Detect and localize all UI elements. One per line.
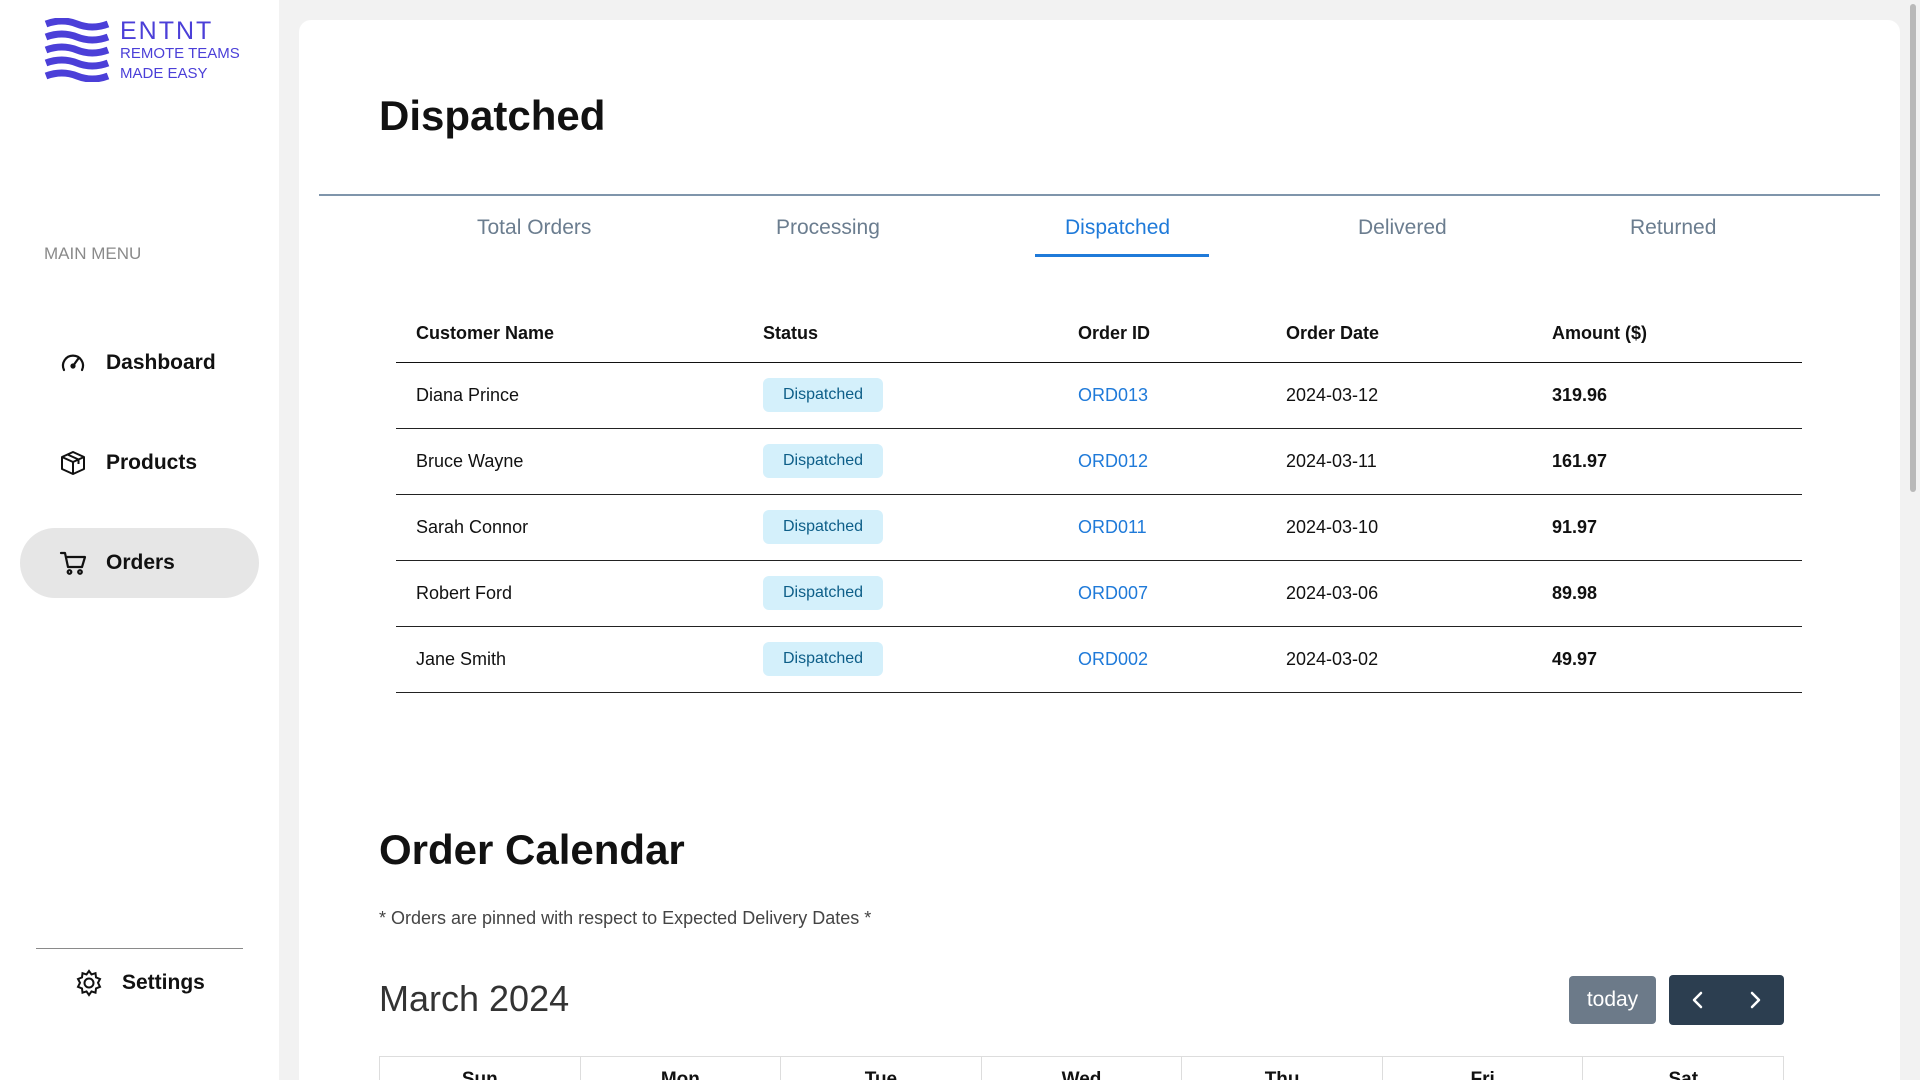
brand-title: ENTNT: [120, 17, 214, 45]
calendar-nav-group: [1669, 975, 1784, 1025]
order-id-link[interactable]: ORD002: [1058, 626, 1266, 693]
scrollbar-thumb[interactable]: [1910, 4, 1916, 492]
sidebar-item-orders[interactable]: Orders: [20, 528, 259, 598]
table-row[interactable]: Sarah Connor Dispatched ORD011 2024-03-1…: [396, 494, 1802, 561]
brand-tagline-1: REMOTE TEAMS: [120, 45, 240, 62]
calendar-weekday-header: Sun Mon Tue Wed Thu Fri Sat: [379, 1056, 1784, 1080]
order-date: 2024-03-12: [1266, 362, 1532, 429]
calendar-month-label: March 2024: [379, 978, 570, 1019]
prev-month-button[interactable]: [1669, 975, 1727, 1025]
order-id-link[interactable]: ORD012: [1058, 428, 1266, 495]
column-header: Order Date: [1266, 306, 1532, 363]
customer-name: Diana Prince: [396, 362, 743, 429]
customer-name: Jane Smith: [396, 626, 743, 693]
calendar-title: Order Calendar: [379, 826, 685, 873]
table-row[interactable]: Robert Ford Dispatched ORD007 2024-03-06…: [396, 560, 1802, 627]
brand-logo[interactable]: ENTNT REMOTE TEAMS MADE EASY: [44, 18, 240, 84]
weekday-label: Wed: [982, 1057, 1183, 1080]
table-row[interactable]: Jane Smith Dispatched ORD002 2024-03-02 …: [396, 626, 1802, 693]
status-badge: Dispatched: [763, 444, 884, 478]
wave-logo-icon: [44, 18, 110, 82]
tab-delivered[interactable]: Delivered: [1358, 216, 1447, 240]
order-id-link[interactable]: ORD007: [1058, 560, 1266, 627]
sidebar-item-label: Dashboard: [106, 351, 216, 374]
table-row[interactable]: Bruce Wayne Dispatched ORD012 2024-03-11…: [396, 428, 1802, 495]
order-date: 2024-03-06: [1266, 560, 1532, 627]
tab-returned[interactable]: Returned: [1630, 216, 1716, 240]
cart-icon: [58, 548, 88, 578]
status-badge: Dispatched: [763, 378, 884, 412]
sidebar: ENTNT REMOTE TEAMS MADE EASY MAIN MENU D…: [0, 0, 279, 1080]
brand-tagline-2: MADE EASY: [120, 65, 208, 82]
settings-label: Settings: [122, 971, 205, 994]
box-icon: [58, 448, 88, 478]
order-amount: 89.98: [1532, 560, 1802, 627]
order-date: 2024-03-02: [1266, 626, 1532, 693]
table-header-row: Customer Name Status Order ID Order Date…: [396, 306, 1802, 363]
gear-icon: [76, 969, 102, 997]
order-amount: 49.97: [1532, 626, 1802, 693]
next-month-button[interactable]: [1727, 975, 1785, 1025]
sidebar-divider: [36, 948, 243, 949]
order-id-link[interactable]: ORD011: [1058, 494, 1266, 561]
weekday-label: Mon: [581, 1057, 782, 1080]
chevron-left-icon: [1692, 991, 1702, 1009]
weekday-label: Sat: [1668, 1069, 1699, 1080]
sidebar-item-label: Orders: [106, 551, 175, 574]
column-header: Customer Name: [396, 306, 743, 363]
weekday-label: Fri: [1383, 1057, 1584, 1080]
order-date: 2024-03-11: [1266, 428, 1532, 495]
today-button[interactable]: today: [1569, 976, 1656, 1024]
speedometer-icon: [58, 348, 88, 378]
settings-button[interactable]: Settings: [74, 968, 205, 998]
order-amount: 161.97: [1532, 428, 1802, 495]
column-header: Status: [743, 306, 1058, 363]
main-menu-label: MAIN MENU: [44, 244, 142, 263]
active-tab-indicator: [1035, 254, 1209, 257]
customer-name: Bruce Wayne: [396, 428, 743, 495]
order-date: 2024-03-10: [1266, 494, 1532, 561]
page-title: Dispatched: [379, 92, 606, 139]
column-header: Amount ($): [1532, 306, 1802, 363]
weekday-label: Tue: [781, 1057, 982, 1080]
order-amount: 91.97: [1532, 494, 1802, 561]
calendar-note: * Orders are pinned with respect to Expe…: [379, 908, 872, 928]
tabs-divider: [319, 194, 1880, 196]
orders-table: Customer Name Status Order ID Order Date…: [396, 306, 1802, 693]
column-header: Order ID: [1058, 306, 1266, 363]
customer-name: Sarah Connor: [396, 494, 743, 561]
order-amount: 319.96: [1532, 362, 1802, 429]
status-badge: Dispatched: [763, 576, 884, 610]
tab-total-orders[interactable]: Total Orders: [477, 216, 591, 240]
status-badge: Dispatched: [763, 510, 884, 544]
chevron-right-icon: [1751, 991, 1761, 1009]
weekday-label: Thu: [1182, 1057, 1383, 1080]
main-panel: Dispatched Total Orders Processing Dispa…: [299, 20, 1900, 1080]
sidebar-item-label: Products: [106, 451, 198, 474]
sidebar-item-dashboard[interactable]: Dashboard: [20, 328, 259, 398]
sidebar-item-products[interactable]: Products: [20, 428, 259, 498]
tab-dispatched[interactable]: Dispatched: [1065, 216, 1170, 240]
weekday-label: Sun: [380, 1057, 581, 1080]
tab-processing[interactable]: Processing: [776, 216, 880, 240]
status-badge: Dispatched: [763, 642, 884, 676]
order-id-link[interactable]: ORD013: [1058, 362, 1266, 429]
customer-name: Robert Ford: [396, 560, 743, 627]
table-row[interactable]: Diana Prince Dispatched ORD013 2024-03-1…: [396, 362, 1802, 429]
